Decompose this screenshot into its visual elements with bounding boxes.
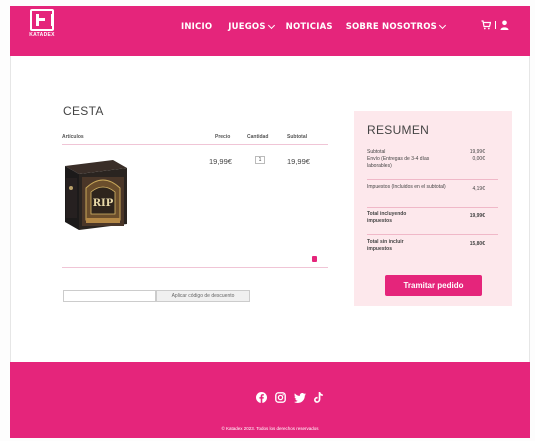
user-icon[interactable] <box>500 20 509 30</box>
taxes-value: 4,19€ <box>472 186 485 192</box>
cart-table-header: Artículos Precio Cantidad Subtotal <box>62 133 328 145</box>
column-header-price: Precio <box>215 134 231 140</box>
total-without-tax-label: Total sin incluir impuestos <box>367 239 404 252</box>
footer-copyright: © Katadex 2023. Todos los derechos reser… <box>221 426 319 431</box>
column-header-quantity: Cantidad <box>247 134 269 140</box>
column-header-items: Artículos <box>62 134 84 140</box>
cart-icon[interactable] <box>481 20 491 30</box>
subtotal-value: 19,99€ <box>469 149 485 155</box>
nav-item-label: INICIO <box>181 22 213 32</box>
total-with-tax-label: Total incluyendo impuestos <box>367 211 407 224</box>
main-nav: INICIO JUEGOS NOTICIAS SOBRE NOSOTROS <box>181 21 447 32</box>
summary-divider <box>367 179 498 180</box>
facebook-icon[interactable] <box>256 390 267 408</box>
apply-coupon-button[interactable]: Aplicar código de descuento <box>156 290 250 302</box>
chevron-down-icon <box>267 21 275 30</box>
cart-title: CESTA <box>63 104 104 118</box>
social-links <box>256 390 323 408</box>
trash-icon[interactable] <box>312 256 317 262</box>
nav-item-label: SOBRE NOSOTROS <box>345 22 438 32</box>
nav-item-noticias[interactable]: NOTICIAS <box>286 22 333 32</box>
logo-mark <box>30 9 54 31</box>
header-icons <box>481 20 509 30</box>
row-subtotal: 19,99€ <box>287 157 310 166</box>
taxes-label: Impuestos (Incluidos en el subtotal) <box>367 184 446 190</box>
summary-divider <box>367 234 498 235</box>
row-price: 19,99€ <box>209 157 232 166</box>
table-divider <box>62 267 328 268</box>
total-without-tax-value: 15,80€ <box>469 241 485 247</box>
header-separator <box>495 21 496 29</box>
column-header-subtotal: Subtotal <box>287 134 307 140</box>
nav-item-sobre-nosotros[interactable]: SOBRE NOSOTROS <box>345 21 447 32</box>
svg-text:RIP: RIP <box>93 198 114 209</box>
chevron-down-icon <box>438 21 447 30</box>
nav-item-label: NOTICIAS <box>285 22 333 32</box>
product-image-rip[interactable]: RIP <box>63 158 129 231</box>
total-with-tax-value: 19,99€ <box>469 213 485 219</box>
checkout-button[interactable]: Tramitar pedido <box>385 275 482 296</box>
logo-text: KATADEX <box>29 32 55 38</box>
twitter-icon[interactable] <box>294 390 306 408</box>
subtotal-label: Subtotal <box>367 149 386 155</box>
instagram-icon[interactable] <box>275 390 286 408</box>
nav-item-inicio[interactable]: INICIO <box>181 22 212 32</box>
summary-divider <box>367 207 498 208</box>
quantity-input[interactable]: 1 <box>255 156 265 164</box>
summary-title: RESUMEN <box>367 123 430 137</box>
shipping-value: 0,00€ <box>472 156 485 162</box>
nav-item-juegos[interactable]: JUEGOS <box>228 21 275 32</box>
tiktok-icon[interactable] <box>314 390 323 408</box>
coupon-code-input[interactable] <box>63 290 156 302</box>
site-logo[interactable]: KATADEX <box>26 9 58 41</box>
nav-item-label: JUEGOS <box>228 22 266 32</box>
shipping-label: Envío (Entregas de 3-4 días laborables) <box>367 156 430 169</box>
